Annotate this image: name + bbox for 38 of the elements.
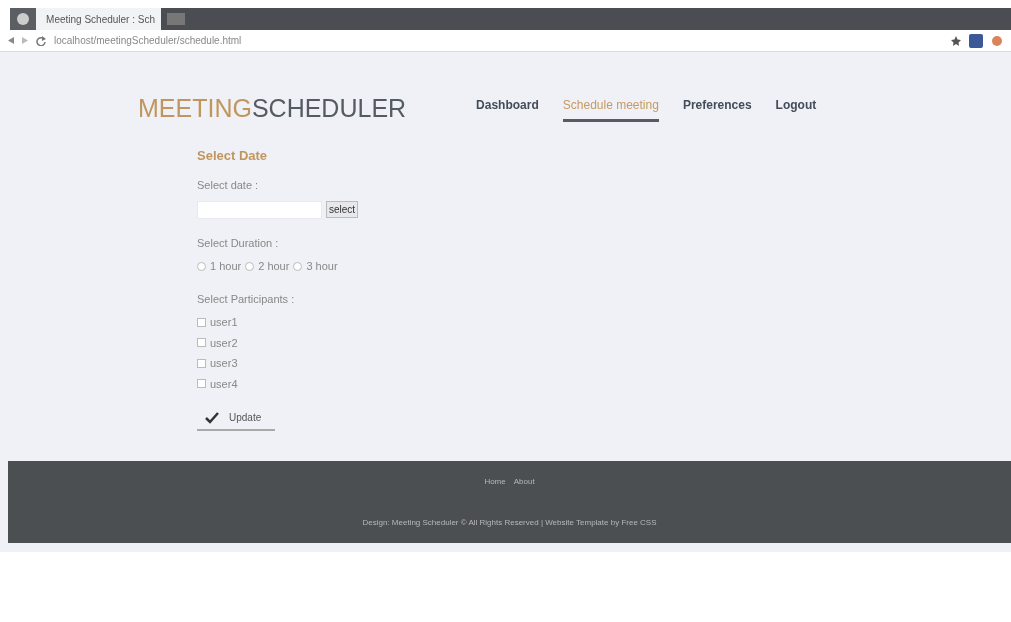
forward-icon[interactable] bbox=[22, 37, 28, 44]
star-icon[interactable] bbox=[951, 35, 961, 46]
browser-tab[interactable]: Meeting Scheduler : Sch bbox=[36, 8, 161, 30]
section-title: Select Date bbox=[197, 147, 269, 164]
radio-button[interactable] bbox=[293, 261, 303, 271]
checkbox[interactable] bbox=[197, 317, 206, 327]
nav-link[interactable]: Preferences bbox=[682, 95, 752, 122]
radio-button[interactable] bbox=[245, 261, 255, 271]
checkbox[interactable] bbox=[197, 379, 206, 389]
nav-link[interactable]: Logout bbox=[775, 95, 817, 122]
new-tab-button[interactable] bbox=[167, 13, 185, 25]
radio-label: 3 hour bbox=[306, 259, 338, 275]
radio-button[interactable] bbox=[197, 261, 206, 271]
footer-link[interactable]: Home bbox=[484, 475, 506, 488]
site-logo[interactable]: MEETINGSCHEDULER bbox=[138, 90, 407, 128]
update-button[interactable]: Update bbox=[197, 408, 276, 432]
reload-icon[interactable] bbox=[36, 35, 46, 46]
select-button[interactable]: select bbox=[326, 201, 359, 219]
checkbox[interactable] bbox=[197, 338, 206, 348]
field-label: Select Duration : bbox=[197, 235, 280, 251]
footer-link[interactable]: About bbox=[513, 475, 535, 488]
field-label: Select date : bbox=[197, 178, 260, 194]
radio-label: 2 hour bbox=[258, 259, 290, 275]
extension-icon[interactable] bbox=[969, 33, 983, 48]
copyright-text: Design: Meeting Scheduler © All Rights Reserved | Website Template by Free CSS bbox=[362, 516, 657, 529]
extension-icon[interactable] bbox=[991, 34, 1003, 47]
url-field[interactable]: localhost/meetingScheduler/schedule.html bbox=[54, 33, 943, 48]
checkbox-label: user2 bbox=[210, 335, 238, 351]
back-icon[interactable] bbox=[8, 37, 14, 44]
checkbox-label: user4 bbox=[210, 376, 238, 392]
checkbox-label: user1 bbox=[210, 315, 238, 331]
nav-link[interactable]: Dashboard bbox=[476, 95, 539, 122]
radio-label: 1 hour bbox=[210, 259, 242, 275]
field-label: Select Participants : bbox=[197, 291, 296, 307]
checkbox-label: user3 bbox=[210, 356, 238, 372]
browser-logo-icon[interactable] bbox=[10, 8, 36, 30]
check-icon bbox=[205, 411, 219, 424]
checkbox[interactable] bbox=[197, 358, 206, 368]
